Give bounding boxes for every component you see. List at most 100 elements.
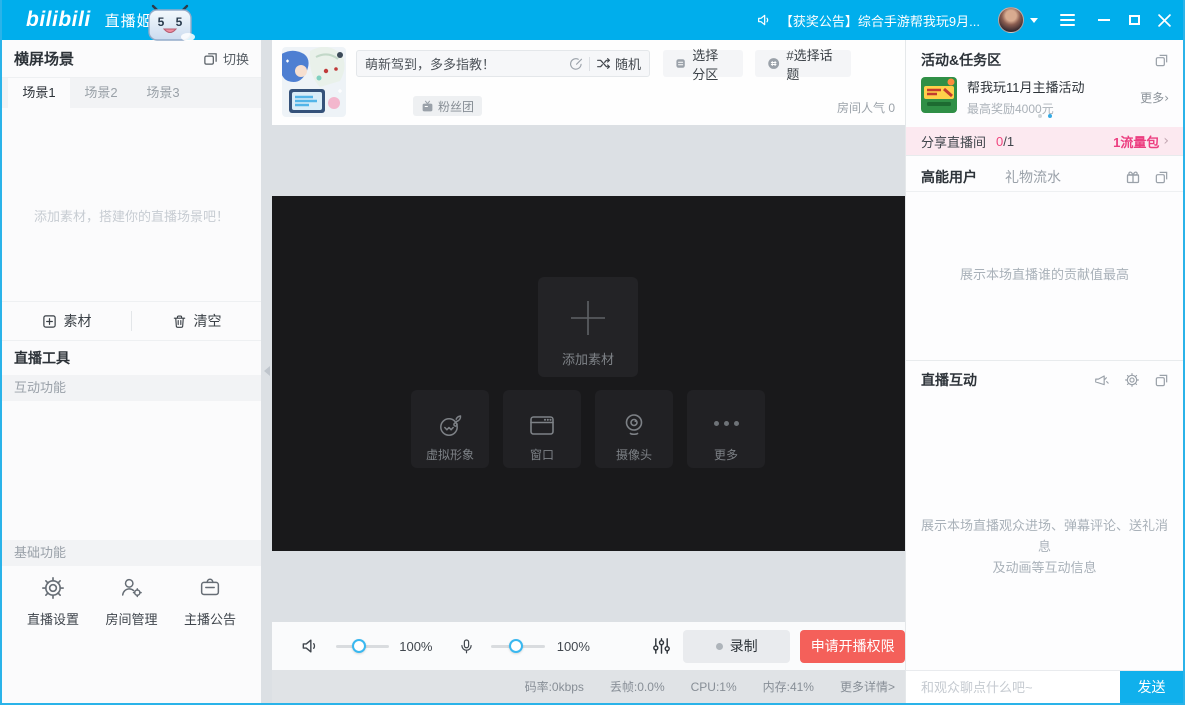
status-bar: 码率:0kbps 丢帧:0.0% CPU:1% 内存:41% 更多详情>	[272, 670, 905, 703]
virtual-avatar-icon	[435, 410, 465, 440]
svg-text:5: 5	[158, 15, 165, 29]
tv-mascot-icon: 5 5	[142, 4, 198, 41]
maximize-button[interactable]	[1119, 0, 1149, 40]
stream-canvas: 添加素材 虚拟形象 窗口	[272, 196, 905, 551]
switch-orientation-button[interactable]: 切换	[203, 49, 249, 68]
hashtag-icon	[767, 56, 780, 71]
svg-text:5: 5	[176, 15, 183, 29]
minimize-button[interactable]	[1089, 0, 1119, 40]
more-details-link[interactable]: 更多详情>	[840, 678, 895, 695]
announcement-speaker-icon[interactable]	[756, 12, 772, 28]
share-room-label: 分享直播间	[921, 132, 986, 151]
swap-icon	[203, 51, 218, 66]
gift-icon[interactable]	[1125, 169, 1141, 185]
apply-broadcast-button[interactable]: 申请开播权限	[800, 630, 905, 663]
tv-icon	[421, 100, 434, 113]
activity-section-title: 活动&任务区	[921, 50, 1001, 70]
notice-board-icon	[197, 575, 223, 601]
speaker-volume-slider[interactable]	[336, 645, 389, 648]
add-material-button[interactable]: 素材	[2, 302, 131, 340]
room-title-field: 随机	[356, 50, 650, 77]
edit-title-icon[interactable]	[569, 57, 583, 71]
live-tools-title: 直播工具	[14, 341, 70, 375]
scene-empty-hint: 添加素材，搭建你的直播场景吧！	[2, 206, 261, 225]
bitrate-stat: 码率:0kbps	[525, 678, 584, 695]
close-button[interactable]	[1149, 0, 1179, 40]
scene-panel-title: 横屏场景	[14, 48, 74, 69]
chevron-left-icon	[264, 366, 270, 376]
room-popularity: 房间人气 0	[837, 99, 895, 116]
activity-title[interactable]: 帮我玩11月主播活动	[967, 77, 1085, 96]
gear-icon	[40, 575, 66, 601]
window-icon	[527, 410, 557, 440]
user-avatar[interactable]	[998, 7, 1024, 33]
scene-tabs: 场景1 场景2 场景3	[2, 78, 261, 108]
tab-gift-flow[interactable]: 礼物流水	[1005, 167, 1061, 187]
more-dots-icon	[714, 421, 739, 426]
more-sources-tile[interactable]: 更多	[687, 390, 765, 468]
mixer-icon[interactable]	[652, 636, 671, 656]
room-info-bar: 随机 选择分区 #选择话题 粉丝团 房间人气 0	[272, 40, 905, 125]
add-material-tile[interactable]: 添加素材	[538, 277, 638, 377]
cpu-stat: CPU:1%	[691, 680, 737, 694]
category-icon	[675, 56, 686, 71]
activity-more-link[interactable]: 更多›	[1140, 89, 1169, 106]
chat-bar: 发送	[906, 670, 1183, 703]
room-title-input[interactable]	[365, 56, 569, 71]
record-dot-icon	[716, 643, 723, 650]
tab-scene-1[interactable]: 场景1	[8, 78, 70, 108]
menu-icon[interactable]	[1060, 11, 1075, 29]
interact-empty-hint: 展示本场直播观众进场、弹幕评论、送礼消息 及动画等互动信息	[920, 515, 1169, 578]
random-title-button[interactable]: 随机	[615, 54, 641, 73]
chat-input[interactable]	[906, 671, 1120, 703]
cover-image[interactable]	[282, 47, 346, 117]
popup-window-icon[interactable]	[1154, 170, 1169, 185]
plus-icon	[569, 299, 607, 337]
livehime-app: { "titlebar": { "logo": "bilibili", "app…	[0, 0, 1185, 705]
interact-settings-gear-icon[interactable]	[1124, 372, 1140, 388]
memory-stat: 内存:41%	[763, 678, 814, 695]
camera-icon	[619, 410, 649, 440]
live-settings-button[interactable]: 直播设置	[18, 565, 88, 628]
share-room-row[interactable]: 分享直播间 0 /1 1流量包 ›	[906, 127, 1183, 155]
titlebar: bilibili 直播姬 5 5 【获奖公告】综合手游帮我玩9月...	[0, 0, 1185, 40]
virtual-avatar-tile[interactable]: 虚拟形象	[411, 390, 489, 468]
send-button[interactable]: 发送	[1120, 671, 1183, 703]
camera-tile[interactable]: 摄像头	[595, 390, 673, 468]
tab-scene-2[interactable]: 场景2	[70, 78, 132, 108]
share-progress-current: 0	[996, 134, 1003, 149]
people-gear-icon	[119, 575, 145, 601]
window-capture-tile[interactable]: 窗口	[503, 390, 581, 468]
activity-item[interactable]: 帮我玩11月主播活动 最高奖励4000元 更多›	[921, 77, 1169, 117]
basic-group-header: 基础功能	[2, 540, 261, 566]
tab-scene-3[interactable]: 场景3	[132, 78, 194, 108]
room-manage-button[interactable]: 房间管理	[97, 565, 167, 628]
select-topic-button[interactable]: #选择话题	[755, 50, 851, 77]
mute-notice-icon[interactable]	[1093, 372, 1110, 388]
popup-window-icon[interactable]	[1154, 373, 1169, 388]
speaker-volume-value: 100%	[399, 639, 432, 654]
select-category-button[interactable]: 选择分区	[663, 50, 743, 77]
avatar-caret-icon[interactable]	[1030, 18, 1038, 23]
clear-scene-button[interactable]: 清空	[132, 302, 261, 340]
streamer-notice-button[interactable]: 主播公告	[175, 565, 245, 628]
speaker-mute-icon[interactable]	[300, 636, 320, 656]
shuffle-icon[interactable]	[596, 56, 611, 71]
control-bar: 100% 100% 录制 申请开播权限	[272, 622, 905, 670]
traffic-pack-link[interactable]: 1流量包	[1113, 132, 1159, 151]
fan-club-badge[interactable]: 粉丝团	[413, 96, 482, 116]
mic-mute-icon[interactable]	[458, 636, 475, 656]
scene-panel: 横屏场景 切换 场景1 场景2 场景3 添加素材，搭建你的直播场景吧！ 素材 清…	[2, 40, 261, 703]
trash-icon	[172, 314, 187, 329]
activity-pagination[interactable]	[906, 114, 1183, 118]
share-progress-total: /1	[1003, 134, 1014, 149]
bilibili-logo: bilibili	[26, 8, 91, 32]
activity-thumbnail[interactable]	[921, 77, 957, 113]
announcement-text[interactable]: 【获奖公告】综合手游帮我玩9月...	[780, 11, 980, 30]
chevron-right-icon: ›	[1163, 133, 1169, 149]
tab-high-energy-users[interactable]: 高能用户	[921, 167, 977, 187]
rank-empty-hint: 展示本场直播谁的贡献值最高	[906, 264, 1183, 283]
record-button[interactable]: 录制	[683, 630, 790, 663]
mic-volume-slider[interactable]	[491, 645, 544, 648]
popup-window-icon[interactable]	[1154, 53, 1169, 68]
